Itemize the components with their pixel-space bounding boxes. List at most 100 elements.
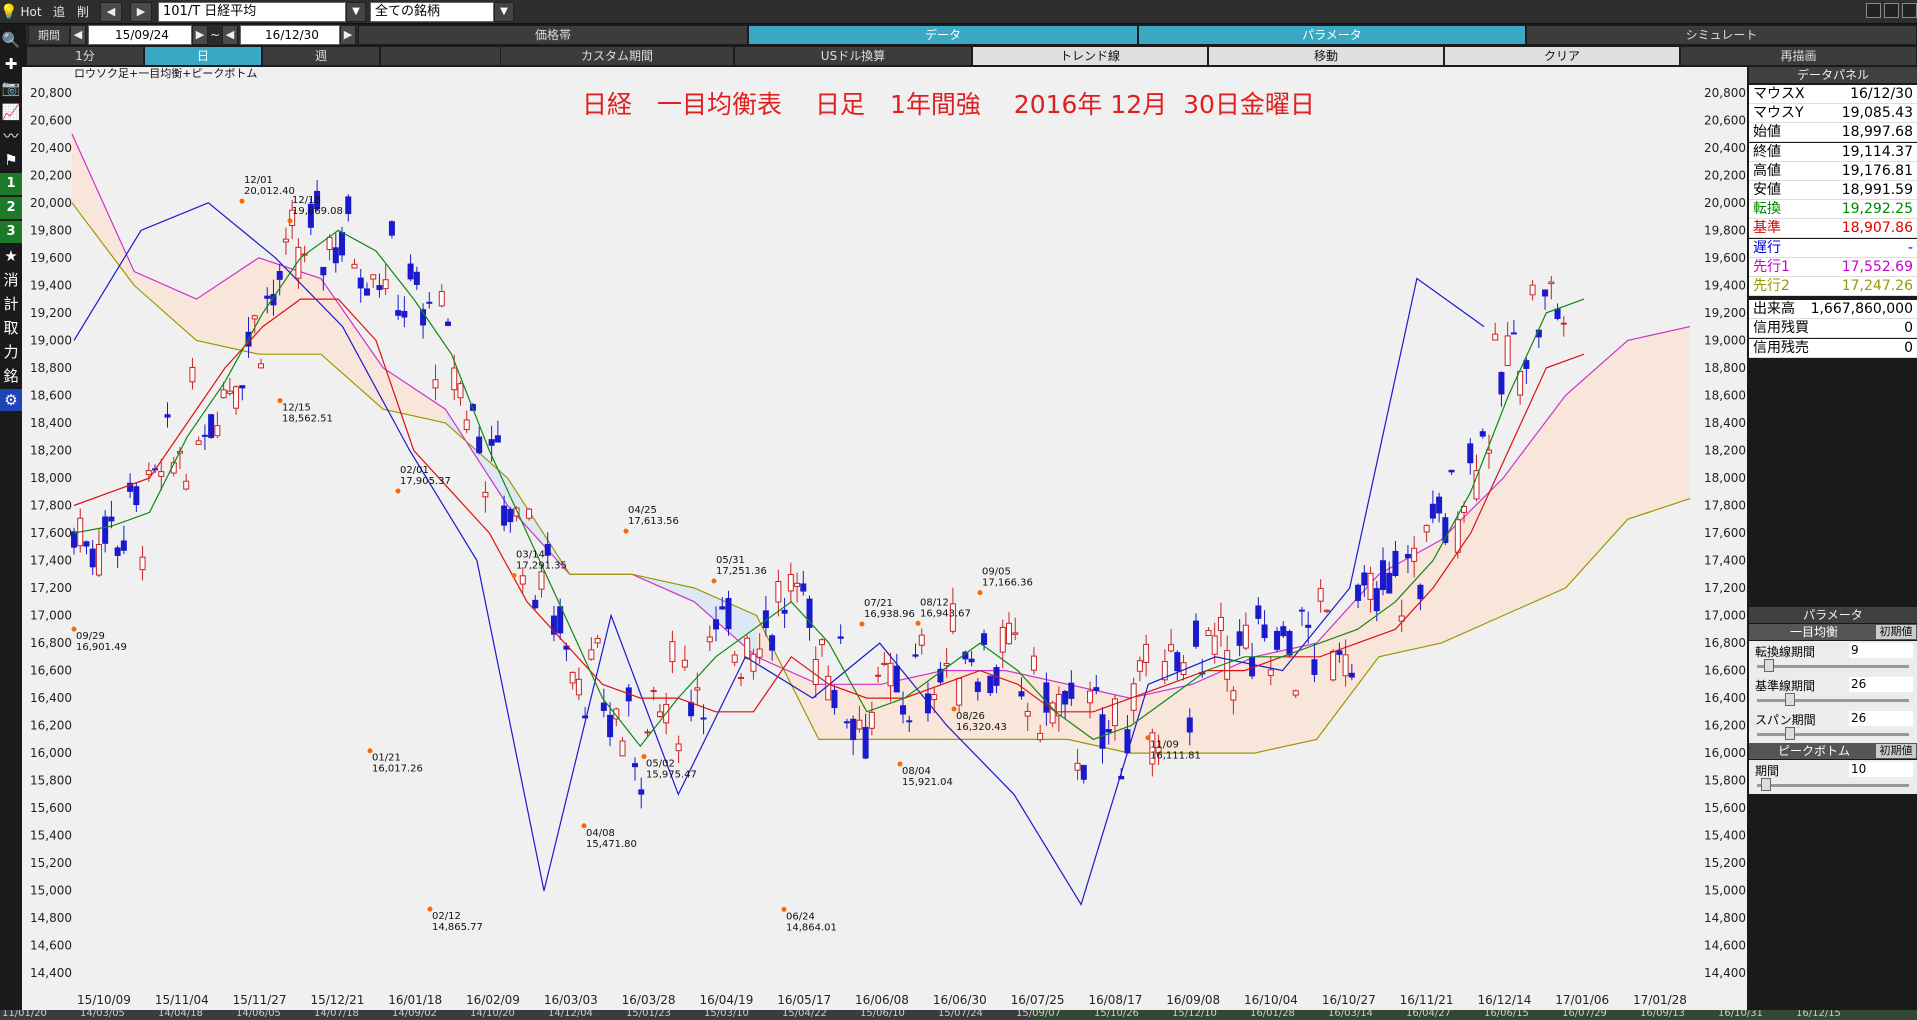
peak-value-label: 16,017.26: [372, 764, 423, 775]
y-tick-label-left: 16,800: [30, 636, 72, 650]
tab-daily[interactable]: 日: [144, 46, 262, 66]
candle-body: [426, 301, 433, 304]
tab-trend-line[interactable]: トレンド線: [972, 46, 1208, 66]
tab-usd[interactable]: USドル換算: [734, 46, 972, 66]
y-tick-label-right: 19,400: [1704, 278, 1746, 292]
candle-body: [326, 236, 333, 251]
date-from-field[interactable]: 15/09/24: [88, 25, 192, 45]
delete-button[interactable]: 削: [72, 2, 94, 22]
y-tick-label-right: 15,400: [1704, 829, 1746, 843]
take-icon[interactable]: 取: [0, 317, 22, 339]
param-name: 転換線期間: [1755, 645, 1816, 659]
power-icon[interactable]: 力: [0, 341, 22, 363]
chart-area[interactable]: 20,800 20,800 20,600 20,600 20,400 20,400 20,2…: [22, 67, 1747, 1010]
candle-body: [1417, 584, 1424, 600]
param-slider-track[interactable]: [1757, 699, 1909, 702]
data-row: 高値 19,176.81: [1749, 161, 1917, 181]
candle-body: [706, 636, 713, 643]
date-to-field[interactable]: 16/12/30: [240, 25, 340, 45]
tab-parameter[interactable]: パラメータ: [1138, 25, 1526, 45]
bottom-date-scroller[interactable]: 11/01/20 14/03/05 14/04/18 14/06/05 14/07/18…: [0, 1010, 1917, 1020]
date-to-prev-button[interactable]: ◀: [222, 25, 238, 45]
indicator-icon[interactable]: 〰: [0, 125, 22, 147]
candle-body: [1186, 717, 1193, 733]
param-slider-knob[interactable]: [1785, 693, 1796, 706]
param-slider-knob[interactable]: [1761, 778, 1772, 791]
tab-data[interactable]: データ: [748, 25, 1138, 45]
param-slider-track[interactable]: [1757, 784, 1909, 787]
data-row: 遅行 -: [1749, 238, 1917, 258]
tab-clear[interactable]: クリア: [1444, 46, 1680, 66]
peak-reset-button[interactable]: 初期値: [1876, 744, 1916, 758]
x-tick-label: 16/11/21: [1400, 993, 1454, 1007]
three-icon[interactable]: 3: [0, 221, 22, 243]
scope-dropdown-icon[interactable]: ▼: [494, 2, 514, 22]
candle-body: [451, 367, 458, 391]
bottom-axis-label: 16/10/31: [1718, 1010, 1763, 1019]
line-chart-icon[interactable]: 📈: [0, 101, 22, 123]
date-from-next-button[interactable]: ▶: [192, 25, 208, 45]
candle-body: [71, 531, 77, 548]
x-tick-label: 16/07/25: [1011, 993, 1065, 1007]
stock-icon[interactable]: 銘: [0, 365, 22, 387]
candle-body: [1006, 622, 1012, 645]
tab-weekly[interactable]: 週: [262, 46, 380, 66]
total-icon[interactable]: 計: [0, 293, 22, 315]
tab-simulate[interactable]: シミュレート: [1526, 25, 1917, 45]
candle-body: [1068, 682, 1075, 699]
erase-icon[interactable]: 消: [0, 269, 22, 291]
hot-button[interactable]: Hot: [18, 2, 44, 22]
param-slider-knob[interactable]: [1764, 659, 1775, 672]
param-value-input[interactable]: 10: [1849, 762, 1913, 777]
ichimoku-reset-button[interactable]: 初期値: [1876, 625, 1916, 639]
param-slider-track[interactable]: [1757, 665, 1909, 668]
param-value-input[interactable]: 26: [1849, 677, 1913, 692]
gear-icon[interactable]: ⚙: [0, 389, 22, 411]
flag-icon[interactable]: ⚑: [0, 149, 22, 171]
data-row-value: 18,907.86: [1841, 220, 1913, 237]
tab-price-band[interactable]: 価格帯: [358, 25, 748, 45]
minimize-icon[interactable]: [1866, 3, 1881, 18]
tab-custom-period[interactable]: カスタム期間: [500, 46, 734, 66]
scroller-visible-range[interactable]: [1030, 1010, 1917, 1020]
tab-move[interactable]: 移動: [1208, 46, 1444, 66]
candle-body: [1548, 281, 1555, 285]
bottom-axis-label: 15/06/10: [860, 1010, 905, 1019]
two-icon[interactable]: 2: [0, 197, 22, 219]
maximize-icon[interactable]: [1884, 3, 1899, 18]
tab-redraw[interactable]: 再描画: [1680, 46, 1917, 66]
star-icon[interactable]: ★: [0, 245, 22, 267]
next-symbol-button[interactable]: ▶: [130, 2, 152, 22]
bottom-axis-label: 14/10/20: [470, 1010, 515, 1019]
data-row-value: 0: [1904, 320, 1913, 337]
one-icon[interactable]: 1: [0, 173, 22, 195]
lightbulb-icon[interactable]: 💡: [0, 2, 17, 22]
scope-field[interactable]: 全ての銘柄: [370, 2, 494, 22]
top-toolbar: 💡 Hot 追 削 ◀ ▶ 101/T 日経平均 ▼ 全ての銘柄 ▼: [0, 0, 1917, 24]
candle-body: [1529, 284, 1536, 296]
ichimoku-chart[interactable]: 20,800 20,800 20,600 20,600 20,400 20,400 20,2…: [22, 67, 1747, 1010]
tsui-button[interactable]: 追: [48, 2, 70, 22]
param-panel-header: パラメータ: [1749, 607, 1917, 623]
candle-body: [1286, 630, 1293, 656]
param-slider-knob[interactable]: [1785, 727, 1796, 740]
param-value-input[interactable]: 9: [1849, 643, 1913, 658]
date-from-prev-button[interactable]: ◀: [70, 25, 86, 45]
candle-body: [108, 516, 115, 522]
candle-body: [376, 285, 383, 291]
data-row-key: 高値: [1753, 162, 1781, 179]
symbol-dropdown-icon[interactable]: ▼: [346, 2, 366, 22]
param-slider-track[interactable]: [1757, 733, 1909, 736]
y-tick-label-right: 18,600: [1704, 388, 1746, 402]
param-value-input[interactable]: 26: [1849, 711, 1913, 726]
search-icon[interactable]: 🔍: [0, 29, 22, 51]
y-tick-label-left: 16,400: [30, 691, 72, 705]
date-to-next-button[interactable]: ▶: [340, 25, 356, 45]
close-icon[interactable]: [1902, 3, 1917, 18]
symbol-field[interactable]: 101/T 日経平均: [158, 2, 346, 22]
prev-symbol-button[interactable]: ◀: [100, 2, 122, 22]
tab-1min[interactable]: 1分: [26, 46, 144, 66]
x-tick-label: 17/01/28: [1633, 993, 1687, 1007]
camera-icon[interactable]: 📷: [0, 77, 22, 99]
crosshair-icon[interactable]: ✚: [0, 53, 22, 75]
